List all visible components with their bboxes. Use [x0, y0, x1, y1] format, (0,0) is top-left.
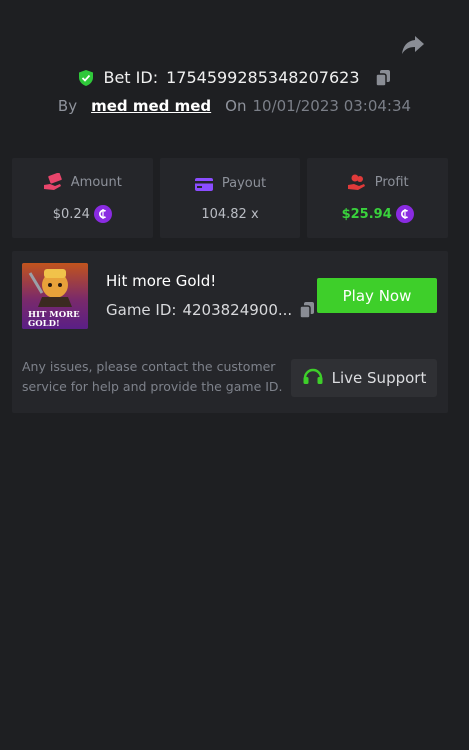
username-link[interactable]: med med med	[91, 97, 211, 115]
stat-profit: Profit $25.94	[307, 158, 449, 238]
stat-payout: Payout 104.82 x	[159, 158, 301, 238]
game-id-value: 4203824900...	[182, 301, 293, 319]
stat-amount: Amount $0.24	[12, 158, 153, 238]
live-support-button[interactable]: Live Support	[291, 359, 437, 397]
coin-icon	[395, 205, 414, 223]
card-icon	[194, 175, 214, 193]
headset-icon	[302, 366, 324, 390]
game-thumbnail[interactable]: HIT MORE GOLD!	[22, 263, 88, 329]
stats-panel: Amount $0.24 Payout 104.82 x Profit $25.…	[12, 158, 449, 238]
support-text: Any issues, please contact the customer …	[22, 359, 283, 394]
money-hand-icon	[43, 173, 63, 191]
bet-meta-row: By med med med On 10/01/2023 03:04:34	[0, 97, 469, 115]
game-card: HIT MORE GOLD! Hit more Gold! Game ID: 4…	[12, 251, 448, 413]
verified-shield-icon	[77, 69, 95, 87]
play-now-button[interactable]: Play Now	[317, 278, 437, 313]
payout-value: 104.82 x	[201, 206, 259, 222]
coin-icon	[93, 205, 112, 223]
bet-id-label: Bet ID:	[103, 68, 159, 87]
game-id-row: Game ID: 4203824900...	[106, 301, 316, 319]
live-support-label: Live Support	[331, 369, 427, 387]
copy-game-id-icon[interactable]	[298, 301, 316, 319]
game-title[interactable]: Hit more Gold!	[106, 272, 216, 290]
game-id-label: Game ID:	[106, 301, 177, 319]
copy-bet-id-icon[interactable]	[374, 69, 392, 87]
bet-id-value: 1754599285348207623	[166, 68, 360, 87]
bet-id-row: Bet ID: 1754599285348207623	[0, 68, 469, 87]
share-icon	[401, 35, 425, 59]
profit-value: $25.94	[341, 206, 392, 222]
by-label: By	[57, 97, 78, 115]
profit-label: Profit	[374, 174, 409, 190]
payout-label: Payout	[221, 176, 267, 191]
coins-hand-icon	[347, 173, 367, 191]
bet-datetime: 10/01/2023 03:04:34	[252, 97, 412, 115]
amount-value: $0.24	[52, 206, 90, 222]
amount-label: Amount	[70, 174, 122, 190]
on-label: On	[225, 97, 247, 115]
thumb-title-line2: GOLD!	[28, 319, 60, 329]
share-button[interactable]	[400, 36, 426, 58]
